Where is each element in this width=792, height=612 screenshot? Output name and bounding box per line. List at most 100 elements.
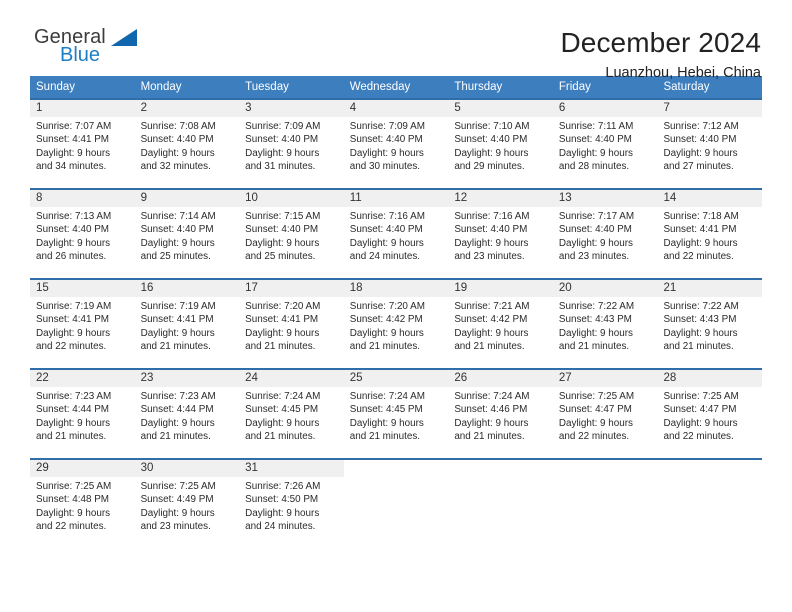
calendar-page: General Blue December 2024 Luanzhou, Heb… [0,0,792,612]
daylight-text-line2: and 21 minutes. [454,340,525,352]
daylight-text-line2: and 25 minutes. [140,250,211,262]
general-blue-logo[interactable]: General Blue [30,26,160,72]
day-cell[interactable]: 14 Sunrise: 7:18 AM Sunset: 4:41 PM Dayl… [657,190,763,278]
day-number: 12 [448,190,553,207]
day-details: Sunrise: 7:09 AM Sunset: 4:40 PM Dayligh… [239,117,344,173]
day-cell[interactable]: 17 Sunrise: 7:20 AM Sunset: 4:41 PM Dayl… [239,280,344,368]
sunrise-text: Sunrise: 7:19 AM [36,301,112,312]
day-cell[interactable]: 15 Sunrise: 7:19 AM Sunset: 4:41 PM Dayl… [30,280,135,368]
day-cell[interactable]: 10 Sunrise: 7:15 AM Sunset: 4:40 PM Dayl… [239,190,344,278]
day-number: 5 [448,100,553,117]
day-cell[interactable]: 18 Sunrise: 7:20 AM Sunset: 4:42 PM Dayl… [343,280,449,368]
day-cell[interactable]: 5 Sunrise: 7:10 AM Sunset: 4:40 PM Dayli… [448,100,553,188]
day-details: Sunrise: 7:17 AM Sunset: 4:40 PM Dayligh… [553,207,658,263]
daylight-text-line2: and 21 minutes. [349,430,421,442]
daylight-text-line2: and 26 minutes. [36,250,107,262]
sunrise-text: Sunrise: 7:16 AM [454,211,530,222]
day-details: Sunrise: 7:20 AM Sunset: 4:42 PM Dayligh… [344,297,449,353]
daylight-text-line2: and 21 minutes. [36,430,107,442]
day-details: Sunrise: 7:10 AM Sunset: 4:40 PM Dayligh… [448,117,553,173]
day-cell-empty [343,460,449,548]
daylight-text-line1: Daylight: 9 hours [245,507,320,519]
page-title: December 2024 [560,27,761,58]
day-cell[interactable]: 21 Sunrise: 7:22 AM Sunset: 4:43 PM Dayl… [657,280,763,368]
day-cell[interactable]: 22 Sunrise: 7:23 AM Sunset: 4:44 PM Dayl… [30,370,135,458]
day-details: Sunrise: 7:24 AM Sunset: 4:45 PM Dayligh… [344,387,449,443]
day-cell[interactable]: 29 Sunrise: 7:25 AM Sunset: 4:48 PM Dayl… [30,460,135,548]
day-details: Sunrise: 7:25 AM Sunset: 4:49 PM Dayligh… [135,477,240,533]
day-cell-empty [448,460,553,548]
day-cell[interactable]: 13 Sunrise: 7:17 AM Sunset: 4:40 PM Dayl… [552,190,658,278]
sunrise-text: Sunrise: 7:11 AM [558,121,634,132]
daylight-text-line1: Daylight: 9 hours [140,327,215,339]
daylight-text-line1: Daylight: 9 hours [349,417,424,429]
day-details: Sunrise: 7:12 AM Sunset: 4:40 PM Dayligh… [657,117,762,173]
day-cell[interactable]: 4 Sunrise: 7:09 AM Sunset: 4:40 PM Dayli… [343,100,449,188]
day-cell[interactable]: 28 Sunrise: 7:25 AM Sunset: 4:47 PM Dayl… [657,370,763,458]
day-cell[interactable]: 26 Sunrise: 7:24 AM Sunset: 4:46 PM Dayl… [448,370,553,458]
logo-text-blue: Blue [60,44,101,66]
sunset-text: Sunset: 4:43 PM [663,314,737,326]
day-number: 31 [239,460,344,477]
day-number: 22 [30,370,135,387]
daylight-text-line2: and 27 minutes. [663,160,734,172]
day-details: Sunrise: 7:22 AM Sunset: 4:43 PM Dayligh… [553,297,658,353]
day-cell[interactable]: 27 Sunrise: 7:25 AM Sunset: 4:47 PM Dayl… [552,370,658,458]
daylight-text-line2: and 22 minutes. [663,250,734,262]
day-cell[interactable]: 3 Sunrise: 7:09 AM Sunset: 4:40 PM Dayli… [239,100,344,188]
daylight-text-line1: Daylight: 9 hours [558,327,633,339]
sunrise-text: Sunrise: 7:20 AM [245,301,321,312]
day-number: 27 [552,370,658,387]
daylight-text-line1: Daylight: 9 hours [663,147,738,159]
day-cell[interactable]: 16 Sunrise: 7:19 AM Sunset: 4:41 PM Dayl… [134,280,240,368]
weekday-header-sunday: Sunday [36,81,76,93]
daylight-text-line1: Daylight: 9 hours [36,237,111,249]
day-cell[interactable]: 1 Sunrise: 7:07 AM Sunset: 4:41 PM Dayli… [30,100,135,188]
day-cell[interactable]: 12 Sunrise: 7:16 AM Sunset: 4:40 PM Dayl… [448,190,553,278]
sunrise-text: Sunrise: 7:23 AM [36,391,112,402]
sunrise-text: Sunrise: 7:24 AM [454,391,530,402]
day-number: 1 [30,100,135,117]
sunset-text: Sunset: 4:41 PM [245,314,319,326]
day-details: Sunrise: 7:07 AM Sunset: 4:41 PM Dayligh… [30,117,135,173]
daylight-text-line2: and 25 minutes. [245,250,316,262]
day-number: 8 [30,190,135,207]
day-cell[interactable]: 23 Sunrise: 7:23 AM Sunset: 4:44 PM Dayl… [134,370,240,458]
day-cell[interactable]: 8 Sunrise: 7:13 AM Sunset: 4:40 PM Dayli… [30,190,135,278]
day-cell[interactable]: 6 Sunrise: 7:11 AM Sunset: 4:40 PM Dayli… [552,100,658,188]
sunset-text: Sunset: 4:40 PM [245,224,319,236]
weekday-header-wednesday: Wednesday [349,81,411,93]
weekday-header-tuesday: Tuesday [245,81,289,93]
day-cell[interactable]: 24 Sunrise: 7:24 AM Sunset: 4:45 PM Dayl… [239,370,344,458]
daylight-text-line2: and 32 minutes. [140,160,211,172]
sunset-text: Sunset: 4:40 PM [349,134,423,146]
sunset-text: Sunset: 4:40 PM [140,134,214,146]
sunrise-text: Sunrise: 7:10 AM [454,121,530,132]
day-cell[interactable]: 11 Sunrise: 7:16 AM Sunset: 4:40 PM Dayl… [343,190,449,278]
day-cell[interactable]: 25 Sunrise: 7:24 AM Sunset: 4:45 PM Dayl… [343,370,449,458]
daylight-text-line2: and 23 minutes. [454,250,525,262]
day-cell[interactable]: 9 Sunrise: 7:14 AM Sunset: 4:40 PM Dayli… [134,190,240,278]
day-number: 26 [448,370,553,387]
week-row: 15 Sunrise: 7:19 AM Sunset: 4:41 PM Dayl… [30,278,763,368]
sunset-text: Sunset: 4:41 PM [663,224,737,236]
day-cell[interactable]: 20 Sunrise: 7:22 AM Sunset: 4:43 PM Dayl… [552,280,658,368]
day-details: Sunrise: 7:26 AM Sunset: 4:50 PM Dayligh… [239,477,344,533]
day-cell[interactable]: 31 Sunrise: 7:26 AM Sunset: 4:50 PM Dayl… [239,460,344,548]
sunset-text: Sunset: 4:40 PM [349,224,423,236]
day-number: 23 [134,370,240,387]
sunrise-text: Sunrise: 7:09 AM [349,121,425,132]
day-cell[interactable]: 2 Sunrise: 7:08 AM Sunset: 4:40 PM Dayli… [134,100,240,188]
daylight-text-line1: Daylight: 9 hours [245,327,320,339]
day-cell[interactable]: 7 Sunrise: 7:12 AM Sunset: 4:40 PM Dayli… [657,100,763,188]
sunset-text: Sunset: 4:44 PM [140,404,214,416]
sunset-text: Sunset: 4:47 PM [558,404,632,416]
title-block: December 2024 Luanzhou, Hebei, China [560,26,762,83]
day-cell[interactable]: 30 Sunrise: 7:25 AM Sunset: 4:49 PM Dayl… [134,460,240,548]
day-details: Sunrise: 7:23 AM Sunset: 4:44 PM Dayligh… [135,387,240,443]
sunrise-text: Sunrise: 7:09 AM [245,121,321,132]
daylight-text-line2: and 22 minutes. [558,430,630,442]
daylight-text-line1: Daylight: 9 hours [245,147,320,159]
day-details: Sunrise: 7:11 AM Sunset: 4:40 PM Dayligh… [553,117,658,173]
day-cell[interactable]: 19 Sunrise: 7:21 AM Sunset: 4:42 PM Dayl… [448,280,553,368]
